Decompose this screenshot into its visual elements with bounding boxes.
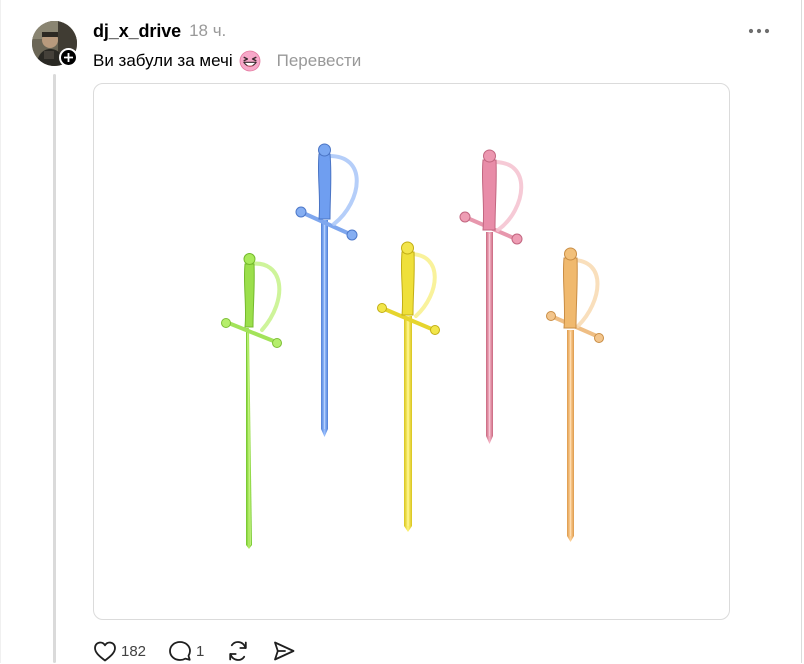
- orange-sword: [546, 247, 604, 542]
- green-sword: [221, 253, 282, 549]
- heart-icon: [94, 641, 116, 662]
- swords-image: [221, 143, 604, 549]
- comment-icon: [169, 641, 191, 661]
- translate-link[interactable]: Перевести: [277, 51, 362, 71]
- share-icon: [274, 641, 295, 661]
- post-timestamp[interactable]: 18 ч.: [189, 21, 226, 41]
- post-actions: 182 1: [93, 638, 318, 664]
- plus-icon: [64, 53, 73, 62]
- thread-post: dj_x_drive 18 ч. Ви забули за мечі Перев…: [0, 0, 802, 663]
- repost-button[interactable]: [226, 639, 250, 663]
- pink-sword: [459, 149, 524, 444]
- post-text: Ви забули за мечі: [93, 51, 233, 70]
- follow-plus-badge[interactable]: [59, 48, 78, 67]
- more-horizontal-icon: [748, 28, 770, 34]
- like-button[interactable]: 182: [93, 640, 146, 662]
- yellow-sword: [377, 241, 440, 532]
- repost-icon: [229, 641, 248, 661]
- thread-connector-line: [53, 74, 56, 663]
- grinning-squinting-face-icon: [239, 50, 261, 72]
- author-username[interactable]: dj_x_drive: [93, 21, 181, 42]
- reply-count: 1: [196, 642, 205, 660]
- author-avatar-container[interactable]: [32, 21, 78, 67]
- like-count: 182: [121, 642, 147, 660]
- blue-sword: [295, 143, 359, 437]
- post-image[interactable]: [93, 83, 730, 620]
- more-options-button[interactable]: [747, 24, 771, 38]
- post-header: dj_x_drive 18 ч.: [93, 20, 226, 42]
- reply-button[interactable]: 1: [168, 640, 204, 662]
- post-caption: Ви забули за мечі Перевести: [93, 49, 361, 73]
- share-button[interactable]: [272, 639, 296, 663]
